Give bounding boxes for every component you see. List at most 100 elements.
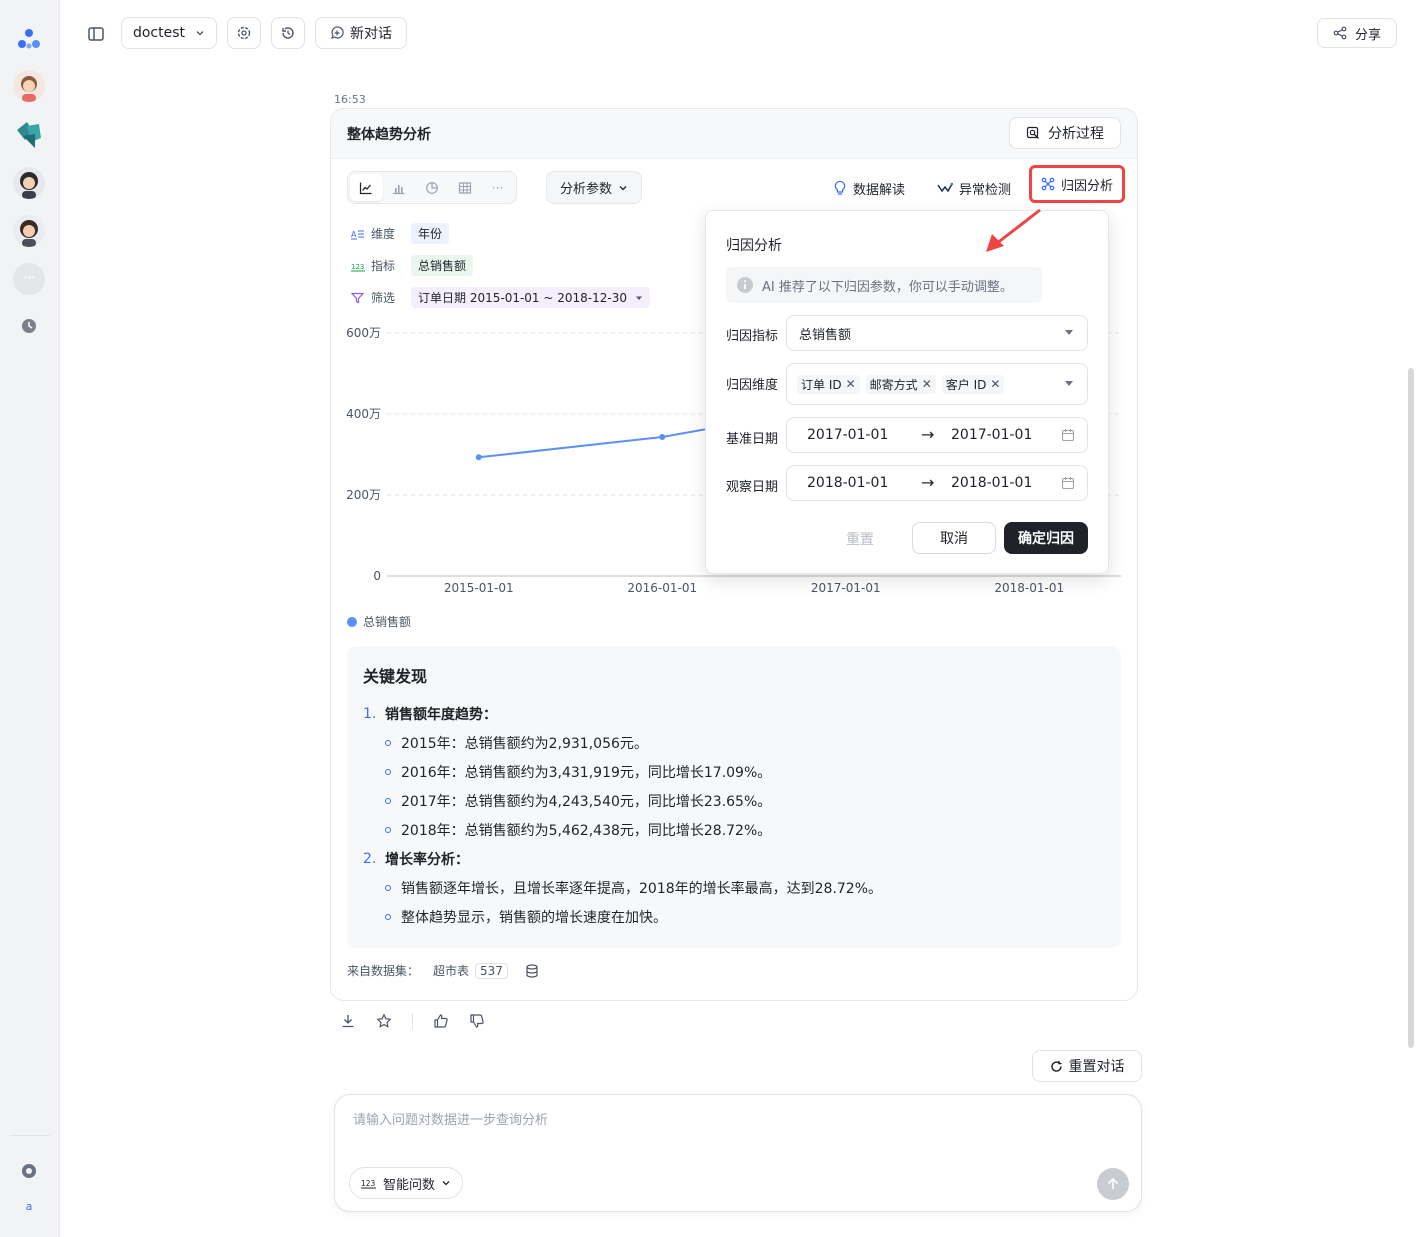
analysis-process-button[interactable]: 分析过程	[1009, 117, 1121, 149]
app-logo-icon[interactable]	[14, 24, 44, 54]
assistant-avatar-1[interactable]	[13, 70, 45, 102]
more-chart-types-icon[interactable]: ···	[481, 174, 514, 201]
finding-item: 销售额逐年增长，且增长率逐年提高，2018年的增长率最高，达到28.72%。	[363, 873, 1105, 902]
data-interpret-button[interactable]: 数据解读	[833, 175, 905, 201]
caret-down-icon	[1065, 330, 1073, 335]
history-icon	[282, 27, 294, 39]
finding-item: 2018年：总销售额约为5,462,438元，同比增长28.72%。	[363, 815, 1105, 844]
more-assistants-icon[interactable]: ···	[13, 263, 45, 295]
share-label: 分享	[1354, 27, 1381, 43]
metric-row: 123 指标 总销售额	[351, 255, 474, 276]
source-count-badge: 537	[475, 962, 508, 979]
metric-tag[interactable]: 总销售额	[411, 255, 474, 276]
assistant-avatar-2[interactable]	[13, 118, 45, 150]
svg-text:123: 123	[351, 263, 364, 271]
x-tick-label: 2015-01-01	[444, 581, 514, 595]
base-date-end[interactable]: 2017-01-01	[951, 427, 1032, 443]
attribution-analysis-label: 归因分析	[1060, 178, 1113, 194]
dim-chip[interactable]: 订单 ID ✕	[797, 374, 860, 394]
dimension-tag[interactable]: 年份	[411, 223, 450, 244]
attr-dims-select[interactable]: 订单 ID ✕ 邮寄方式 ✕ 客户 ID ✕	[786, 363, 1088, 405]
composer: 123 智能问数	[334, 1094, 1142, 1212]
settings-gear-icon[interactable]	[20, 1162, 38, 1180]
attribution-analysis-button[interactable]: 归因分析	[1029, 165, 1125, 203]
calendar-icon[interactable]	[1061, 476, 1075, 490]
x-tick-label: 2017-01-01	[811, 581, 881, 595]
dataset-selector[interactable]: doctest	[121, 17, 217, 49]
thumbs-down-icon[interactable]	[469, 1013, 485, 1029]
base-date-start[interactable]: 2017-01-01	[807, 427, 888, 443]
attribution-popup: 归因分析 AI 推荐了以下归因参数，你可以手动调整。 归因指标 总销售额 归因维…	[705, 210, 1109, 574]
sidebar-toggle-icon[interactable]	[87, 25, 105, 43]
analysis-params-dropdown[interactable]: 分析参数	[546, 171, 642, 204]
bullet-icon	[385, 884, 391, 891]
star-icon[interactable]	[376, 1013, 392, 1029]
line-chart-toggle[interactable]	[350, 174, 383, 201]
chart-legend[interactable]: 总销售额	[347, 613, 411, 630]
confirm-attribution-button[interactable]: 确定归因	[1004, 522, 1088, 554]
close-icon[interactable]: ✕	[922, 377, 932, 391]
dim-chip[interactable]: 邮寄方式 ✕	[865, 374, 936, 394]
legend-label: 总销售额	[363, 615, 412, 629]
popup-cancel-button[interactable]: 取消	[912, 522, 996, 554]
x-tick-label: 2016-01-01	[627, 581, 697, 595]
dim-chip[interactable]: 客户 ID ✕	[941, 374, 1005, 394]
dimension-row: A 维度 年份	[351, 223, 450, 244]
share-button[interactable]: 分享	[1317, 18, 1397, 48]
dataset-selector-label: doctest	[132, 25, 186, 41]
thumbs-up-icon[interactable]	[433, 1013, 449, 1029]
calendar-icon[interactable]	[1061, 428, 1075, 442]
finding-item: 整体趋势显示，销售额的增长速度在加快。	[363, 902, 1105, 931]
filter-value: 订单日期 2015-01-01 ~ 2018-12-30	[418, 291, 627, 305]
filter-tag[interactable]: 订单日期 2015-01-01 ~ 2018-12-30	[411, 287, 650, 308]
finding-number: 1.	[363, 705, 377, 722]
analysis-params-label: 分析参数	[559, 182, 612, 197]
findings-title: 关键发现	[363, 667, 428, 686]
data-point	[475, 454, 482, 461]
card-title: 整体趋势分析	[347, 126, 431, 143]
base-date-range[interactable]: 2017-01-01 → 2017-01-01	[786, 417, 1088, 453]
obs-date-end[interactable]: 2018-01-01	[951, 475, 1032, 491]
history-button[interactable]	[271, 17, 305, 49]
bullet-icon	[385, 768, 391, 775]
left-rail: ··· a	[0, 0, 60, 1237]
dimension-icon: A	[351, 230, 364, 239]
attr-metric-select[interactable]: 总销售额	[786, 315, 1088, 351]
number-mode-icon: 123	[360, 1179, 376, 1189]
database-icon[interactable]	[524, 963, 540, 979]
user-avatar[interactable]: a	[18, 1196, 40, 1218]
settings-button[interactable]	[227, 17, 261, 49]
popup-reset-button[interactable]: 重置	[846, 529, 874, 549]
table-toggle[interactable]	[448, 174, 481, 201]
download-icon[interactable]	[340, 1013, 356, 1029]
assistant-avatar-3[interactable]	[13, 167, 45, 199]
process-search-icon	[1026, 126, 1039, 139]
bar-chart-toggle[interactable]	[383, 174, 416, 201]
metric-number-icon: 123	[351, 263, 365, 271]
close-icon[interactable]: ✕	[990, 377, 1000, 391]
scrollbar[interactable]	[1408, 368, 1414, 1048]
bullet-icon	[385, 913, 391, 920]
reset-conversation-button[interactable]: 重置对话	[1032, 1050, 1142, 1082]
finding-item: 2016年：总销售额约为3,431,919元，同比增长17.09%。	[363, 757, 1105, 786]
main-area: doctest 新对话 分享 16:53 整体趋势分析 分析过程 ··· 分析参…	[60, 0, 1416, 1237]
y-tick-label: 200万	[346, 488, 381, 502]
close-icon[interactable]: ✕	[846, 377, 856, 391]
rail-divider	[10, 1135, 50, 1136]
pie-chart-toggle[interactable]	[416, 174, 449, 201]
obs-date-range[interactable]: 2018-01-01 → 2018-01-01	[786, 465, 1088, 501]
question-input[interactable]	[353, 1109, 1093, 1149]
send-button[interactable]	[1097, 1168, 1129, 1200]
query-mode-label: 智能问数	[382, 1177, 435, 1193]
new-chat-button[interactable]: 新对话	[315, 17, 407, 49]
assistant-avatar-4[interactable]	[13, 215, 45, 247]
query-mode-selector[interactable]: 123 智能问数	[349, 1167, 463, 1199]
source-dataset-link[interactable]: 超市表	[433, 962, 469, 979]
history-clock-icon[interactable]	[21, 318, 37, 334]
obs-date-start[interactable]: 2018-01-01	[807, 475, 888, 491]
message-actions	[340, 1013, 485, 1029]
filter-label: 筛选	[371, 291, 396, 305]
attribution-icon	[1041, 177, 1055, 191]
chart-type-switcher: ···	[347, 171, 517, 204]
anomaly-detect-button[interactable]: 异常检测	[937, 175, 1011, 201]
